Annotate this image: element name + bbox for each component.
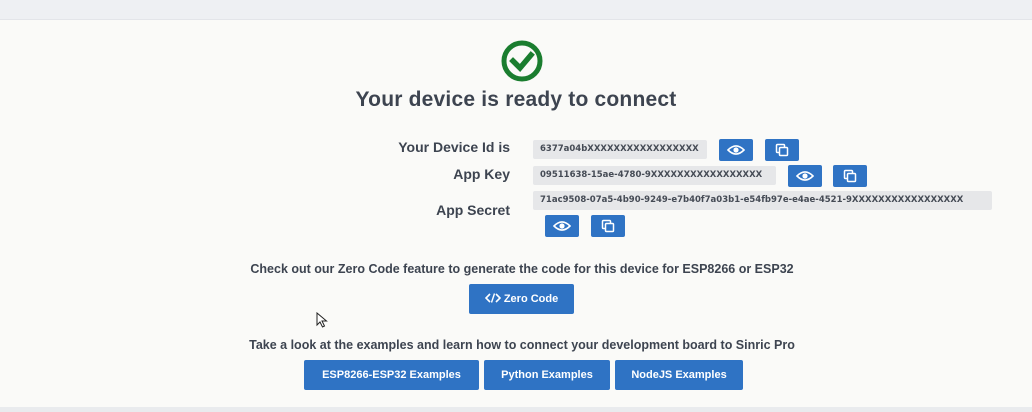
app-key-label: App Key <box>453 166 510 182</box>
app-key-value: 09511638-15ae-4780-9XXXXXXXXXXXXXXXXX <box>533 166 776 185</box>
copy-app-key-button[interactable] <box>833 165 867 187</box>
app-secret-label: App Secret <box>436 202 510 218</box>
code-icon <box>484 293 504 305</box>
reveal-device-id-button[interactable] <box>719 139 753 161</box>
bottom-bar <box>0 407 1032 412</box>
reveal-app-secret-button[interactable] <box>545 215 579 237</box>
copy-icon <box>601 219 615 233</box>
page-title: Your device is ready to connect <box>355 88 677 111</box>
zero-code-label: Zero Code <box>503 293 559 305</box>
top-bar <box>0 0 1032 20</box>
check-circle-icon <box>496 40 548 82</box>
copy-device-id-button[interactable] <box>765 139 799 161</box>
copy-icon <box>843 169 857 183</box>
copy-app-secret-button[interactable] <box>591 215 625 237</box>
device-id-value: 6377a04bXXXXXXXXXXXXXXXXX <box>533 140 707 159</box>
eye-icon <box>796 170 814 182</box>
python-examples-button[interactable]: Python Examples <box>484 360 610 390</box>
device-id-label: Your Device Id is <box>398 139 510 155</box>
eye-icon <box>727 144 745 156</box>
zero-code-text: Check out our Zero Code feature to gener… <box>250 262 794 276</box>
nodejs-examples-button[interactable]: NodeJS Examples <box>615 360 743 390</box>
eye-icon <box>553 220 571 232</box>
examples-text: Take a look at the examples and learn ho… <box>249 338 795 352</box>
zero-code-button[interactable]: Zero Code <box>469 284 574 314</box>
mouse-cursor-icon <box>316 311 328 333</box>
reveal-app-key-button[interactable] <box>788 165 822 187</box>
copy-icon <box>775 143 789 157</box>
esp-examples-button[interactable]: ESP8266-ESP32 Examples <box>304 360 479 390</box>
app-secret-value: 71ac9508-07a5-4b90-9249-e7b40f7a03b1-e54… <box>533 191 992 210</box>
